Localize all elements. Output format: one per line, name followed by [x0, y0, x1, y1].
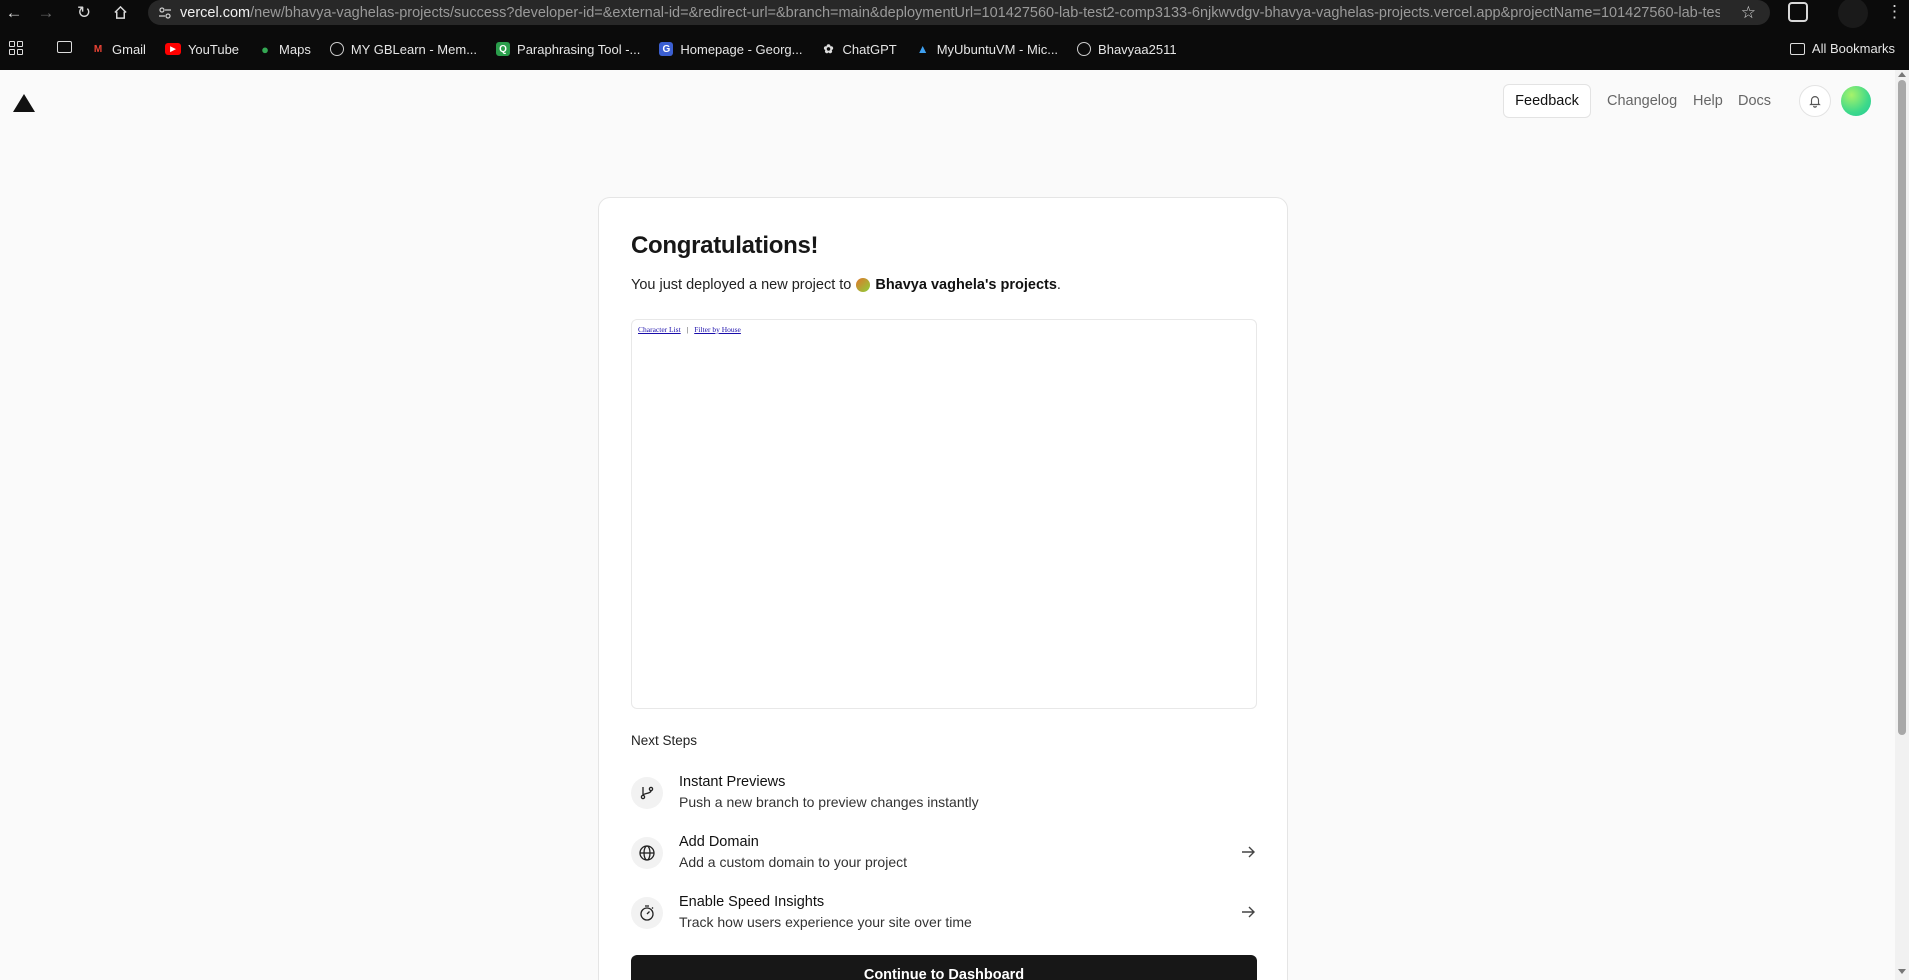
arrow-right-icon[interactable] — [1239, 843, 1257, 866]
bookmark-chatgpt[interactable]: ✿ ChatGPT — [822, 41, 897, 57]
youtube-icon: ▶ — [164, 43, 181, 55]
preview-link-character-list[interactable]: Character List — [638, 325, 681, 334]
docs-link[interactable]: Docs — [1738, 93, 1771, 109]
deployment-preview[interactable]: Character List | Filter by House — [631, 319, 1257, 709]
chatgpt-icon: ✿ — [823, 42, 834, 56]
git-branch-icon — [631, 777, 663, 809]
bookmark-paraphrasing[interactable]: Q Paraphrasing Tool -... — [496, 42, 640, 57]
step-title: Instant Previews — [679, 774, 786, 790]
maps-icon: ● — [261, 41, 269, 57]
page-title: Congratulations! — [631, 232, 819, 259]
bookmark-youtube[interactable]: ▶ YouTube — [164, 41, 240, 57]
app-header: Feedback Changelog Help Docs — [0, 70, 1895, 134]
bookmark-label: ChatGPT — [842, 41, 897, 57]
preview-nav: Character List | Filter by House — [638, 325, 741, 334]
bookmark-list: M Gmail ▶ YouTube ● Maps MY GBLearn - Mem..… — [91, 42, 1196, 57]
globe-icon — [329, 42, 344, 56]
step-speed-insights[interactable]: Enable Speed Insights Track how users ex… — [631, 893, 1257, 937]
back-icon[interactable]: ← — [0, 0, 28, 25]
bookmark-label: Maps — [279, 41, 311, 57]
preview-separator: | — [686, 325, 689, 334]
home-icon[interactable] — [106, 0, 134, 25]
feedback-button[interactable]: Feedback — [1503, 84, 1591, 118]
bookmark-label: YouTube — [187, 41, 240, 57]
globe-icon — [631, 837, 663, 869]
bookmark-label: Bhavyaa2511 — [1098, 41, 1177, 57]
bookmark-label: MY GBLearn - Mem... — [350, 41, 478, 57]
bookmark-ubuntu-vm[interactable]: ▲ MyUbuntuVM - Mic... — [916, 42, 1058, 57]
gmail-icon: M — [93, 43, 103, 55]
step-description: Add a custom domain to your project — [679, 854, 908, 870]
azure-icon: ▲ — [916, 42, 929, 56]
profile-avatar[interactable] — [1838, 0, 1868, 28]
step-description: Push a new branch to preview changes ins… — [679, 794, 979, 810]
bookmark-label: Paraphrasing Tool -... — [517, 41, 641, 57]
bookmark-george-brown[interactable]: G Homepage - Georg... — [659, 41, 803, 57]
folder-icon[interactable] — [57, 41, 72, 53]
bookmark-gblearn[interactable]: MY GBLearn - Mem... — [329, 41, 478, 57]
notifications-bell-icon[interactable] — [1799, 85, 1831, 117]
url-host: vercel.com — [180, 4, 251, 21]
scroll-up-icon[interactable] — [1898, 72, 1906, 77]
step-add-domain[interactable]: Add Domain Add a custom domain to your p… — [631, 833, 1257, 877]
bookmark-label: MyUbuntuVM - Mic... — [936, 41, 1059, 57]
team-name: Bhavya vaghela's projects — [875, 277, 1057, 293]
deployed-message: You just deployed a new project to Bhavy… — [631, 277, 1061, 293]
george-brown-icon: G — [659, 42, 674, 56]
bookmark-star-icon[interactable]: ☆ — [1741, 3, 1756, 23]
scroll-down-icon[interactable] — [1898, 969, 1906, 974]
all-bookmarks-label: All Bookmarks — [1811, 41, 1895, 56]
bookmarks-bar: M Gmail ▶ YouTube ● Maps MY GBLearn - Mem..… — [0, 36, 1909, 62]
step-description: Track how users experience your site ove… — [679, 914, 972, 930]
bookmark-gmail[interactable]: M Gmail — [91, 42, 146, 57]
bookmark-label: Gmail — [112, 41, 146, 57]
changelog-link[interactable]: Changelog — [1607, 93, 1677, 109]
site-info-icon[interactable] — [156, 4, 174, 22]
bookmark-github[interactable]: Bhavyaa2511 — [1077, 42, 1177, 57]
extensions-icon[interactable] — [1788, 2, 1808, 22]
bookmark-label: Homepage - Georg... — [680, 41, 803, 57]
forward-icon[interactable]: → — [32, 0, 60, 25]
step-instant-previews[interactable]: Instant Previews Push a new branch to pr… — [631, 773, 1257, 817]
arrow-right-icon[interactable] — [1239, 903, 1257, 926]
page-scrollbar[interactable] — [1895, 70, 1909, 980]
step-title: Enable Speed Insights — [679, 894, 825, 910]
browser-chrome: ← → ↻ vercel.com/new/bhavya-vaghelas-pro… — [0, 0, 1909, 70]
github-icon — [1077, 42, 1092, 56]
scrollbar-thumb[interactable] — [1898, 80, 1906, 735]
continue-to-dashboard-button[interactable]: Continue to Dashboard — [631, 955, 1257, 980]
deployed-period: . — [1056, 277, 1061, 293]
address-bar[interactable]: vercel.com/new/bhavya-vaghelas-projects/… — [148, 0, 1770, 25]
more-menu-icon[interactable]: ⋮ — [1886, 2, 1903, 22]
user-avatar[interactable] — [1841, 86, 1871, 116]
stopwatch-icon — [631, 897, 663, 929]
paraphrase-icon: Q — [496, 42, 511, 56]
team-avatar — [856, 278, 871, 292]
reload-icon[interactable]: ↻ — [70, 0, 98, 25]
help-link[interactable]: Help — [1693, 93, 1723, 109]
folder-icon — [1789, 42, 1805, 55]
deployed-prefix: You just deployed a new project to — [631, 277, 852, 293]
browser-toolbar: ← → ↻ vercel.com/new/bhavya-vaghelas-pro… — [0, 0, 1909, 28]
next-steps-heading: Next Steps — [631, 733, 698, 748]
preview-link-filter-by-house[interactable]: Filter by House — [694, 325, 741, 334]
bookmark-maps[interactable]: ● Maps — [258, 42, 311, 57]
url-text[interactable]: vercel.com/new/bhavya-vaghelas-projects/… — [180, 5, 1720, 21]
apps-icon[interactable] — [9, 41, 23, 55]
all-bookmarks[interactable]: All Bookmarks — [1789, 41, 1895, 56]
deployment-success-card: Congratulations! You just deployed a new… — [598, 197, 1288, 980]
step-title: Add Domain — [679, 834, 759, 850]
vercel-logo-icon[interactable] — [13, 94, 35, 112]
url-path: /new/bhavya-vaghelas-projects/success?de… — [250, 4, 1720, 21]
